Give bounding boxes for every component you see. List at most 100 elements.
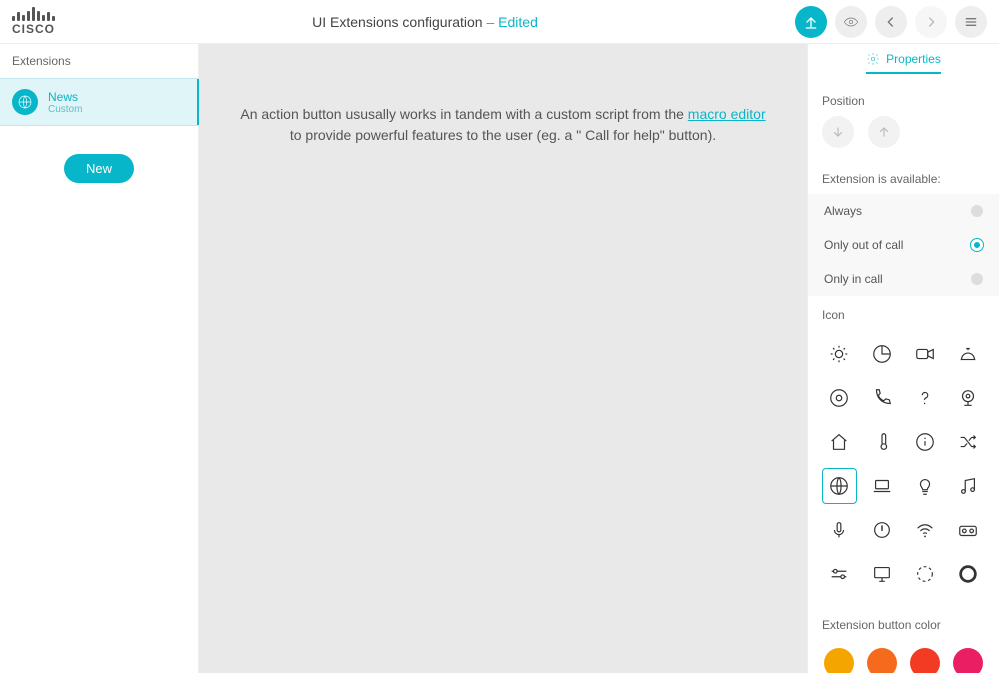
title-status: – Edited — [486, 14, 537, 30]
eye-icon — [843, 14, 859, 30]
loader-icon — [914, 563, 936, 585]
icon-option-power[interactable] — [865, 512, 900, 548]
globe-icon — [12, 89, 38, 115]
color-swatch[interactable] — [953, 648, 983, 673]
icon-option-question[interactable] — [908, 380, 943, 416]
move-up-button[interactable] — [868, 116, 900, 148]
availability-option-always[interactable]: Always — [808, 194, 999, 228]
upload-button[interactable] — [795, 6, 827, 38]
extension-name: News — [48, 90, 82, 104]
power-icon — [871, 519, 893, 541]
video-icon — [914, 343, 936, 365]
thermometer-icon — [871, 431, 893, 453]
icon-option-loader[interactable] — [908, 556, 943, 592]
color-grid — [808, 640, 999, 673]
extension-item-news[interactable]: News Custom — [0, 78, 198, 126]
icon-option-pie[interactable] — [865, 336, 900, 372]
icon-option-thermometer[interactable] — [865, 424, 900, 460]
undo-button[interactable] — [875, 6, 907, 38]
availability-option-only-out-of-call[interactable]: Only out of call — [808, 228, 999, 262]
app-header: CISCO UI Extensions configuration – Edit… — [0, 0, 999, 44]
redo-button[interactable] — [915, 6, 947, 38]
logo-text: CISCO — [12, 22, 55, 36]
vhs-icon — [957, 519, 979, 541]
pie-icon — [871, 343, 893, 365]
properties-tab[interactable]: Properties — [808, 44, 999, 82]
icon-option-sliders[interactable] — [822, 556, 857, 592]
page-title: UI Extensions configuration – Edited — [55, 14, 795, 30]
icon-option-bulb[interactable] — [908, 468, 943, 504]
new-extension-button[interactable]: New — [64, 154, 134, 183]
sliders-icon — [828, 563, 850, 585]
concierge-icon — [957, 343, 979, 365]
icon-option-phone[interactable] — [865, 380, 900, 416]
monitor-icon — [871, 563, 893, 585]
arrow-left-icon — [883, 14, 899, 30]
icon-option-home[interactable] — [822, 424, 857, 460]
arrow-down-icon — [831, 125, 845, 139]
arrow-up-icon — [877, 125, 891, 139]
icon-option-donut[interactable] — [950, 556, 985, 592]
disc-icon — [828, 387, 850, 409]
menu-button[interactable] — [955, 6, 987, 38]
color-swatch[interactable] — [824, 648, 854, 673]
webcam-icon — [957, 387, 979, 409]
sidebar-header: Extensions — [0, 44, 198, 78]
home-icon — [828, 431, 850, 453]
color-label: Extension button color — [808, 606, 999, 640]
extension-subtitle: Custom — [48, 104, 82, 115]
music-icon — [957, 475, 979, 497]
properties-panel: Properties Position Extension is availab… — [807, 44, 999, 673]
color-swatch[interactable] — [867, 648, 897, 673]
canvas-help-text: An action button ususally works in tande… — [239, 104, 767, 146]
preview-button[interactable] — [835, 6, 867, 38]
icon-option-laptop[interactable] — [865, 468, 900, 504]
icon-option-disc[interactable] — [822, 380, 857, 416]
bulb-icon — [914, 475, 936, 497]
icon-option-shuffle[interactable] — [950, 424, 985, 460]
question-icon — [914, 387, 936, 409]
info-icon — [914, 431, 936, 453]
icon-option-brightness[interactable] — [822, 336, 857, 372]
availability-list: Always Only out of call Only in call — [808, 194, 999, 296]
header-actions — [795, 6, 987, 38]
logo-bars-icon — [12, 7, 55, 21]
color-swatch[interactable] — [910, 648, 940, 673]
radio-off-icon — [971, 273, 983, 285]
arrow-right-icon — [923, 14, 939, 30]
laptop-icon — [871, 475, 893, 497]
radio-on-icon — [971, 239, 983, 251]
icon-option-video[interactable] — [908, 336, 943, 372]
icon-label: Icon — [808, 296, 999, 330]
icon-option-wifi[interactable] — [908, 512, 943, 548]
move-down-button[interactable] — [822, 116, 854, 148]
cisco-logo: CISCO — [12, 7, 55, 36]
globe-icon — [828, 475, 850, 497]
wifi-icon — [914, 519, 936, 541]
icon-option-webcam[interactable] — [950, 380, 985, 416]
availability-option-only-in-call[interactable]: Only in call — [808, 262, 999, 296]
icon-option-mic[interactable] — [822, 512, 857, 548]
availability-label: Extension is available: — [808, 160, 999, 194]
icon-option-music[interactable] — [950, 468, 985, 504]
shuffle-icon — [957, 431, 979, 453]
sidebar: Extensions News Custom New — [0, 44, 199, 673]
donut-icon — [957, 563, 979, 585]
icon-option-globe[interactable] — [822, 468, 857, 504]
hamburger-icon — [963, 14, 979, 30]
icon-option-concierge[interactable] — [950, 336, 985, 372]
brightness-icon — [828, 343, 850, 365]
phone-icon — [871, 387, 893, 409]
icon-option-monitor[interactable] — [865, 556, 900, 592]
title-text: UI Extensions configuration — [312, 14, 482, 30]
upload-icon — [803, 14, 819, 30]
macro-editor-link[interactable]: macro editor — [688, 106, 766, 122]
icon-option-vhs[interactable] — [950, 512, 985, 548]
canvas: An action button ususally works in tande… — [199, 44, 807, 673]
radio-off-icon — [971, 205, 983, 217]
gear-icon — [866, 52, 880, 66]
position-label: Position — [808, 82, 999, 116]
icon-grid — [808, 330, 999, 606]
mic-icon — [828, 519, 850, 541]
icon-option-info[interactable] — [908, 424, 943, 460]
